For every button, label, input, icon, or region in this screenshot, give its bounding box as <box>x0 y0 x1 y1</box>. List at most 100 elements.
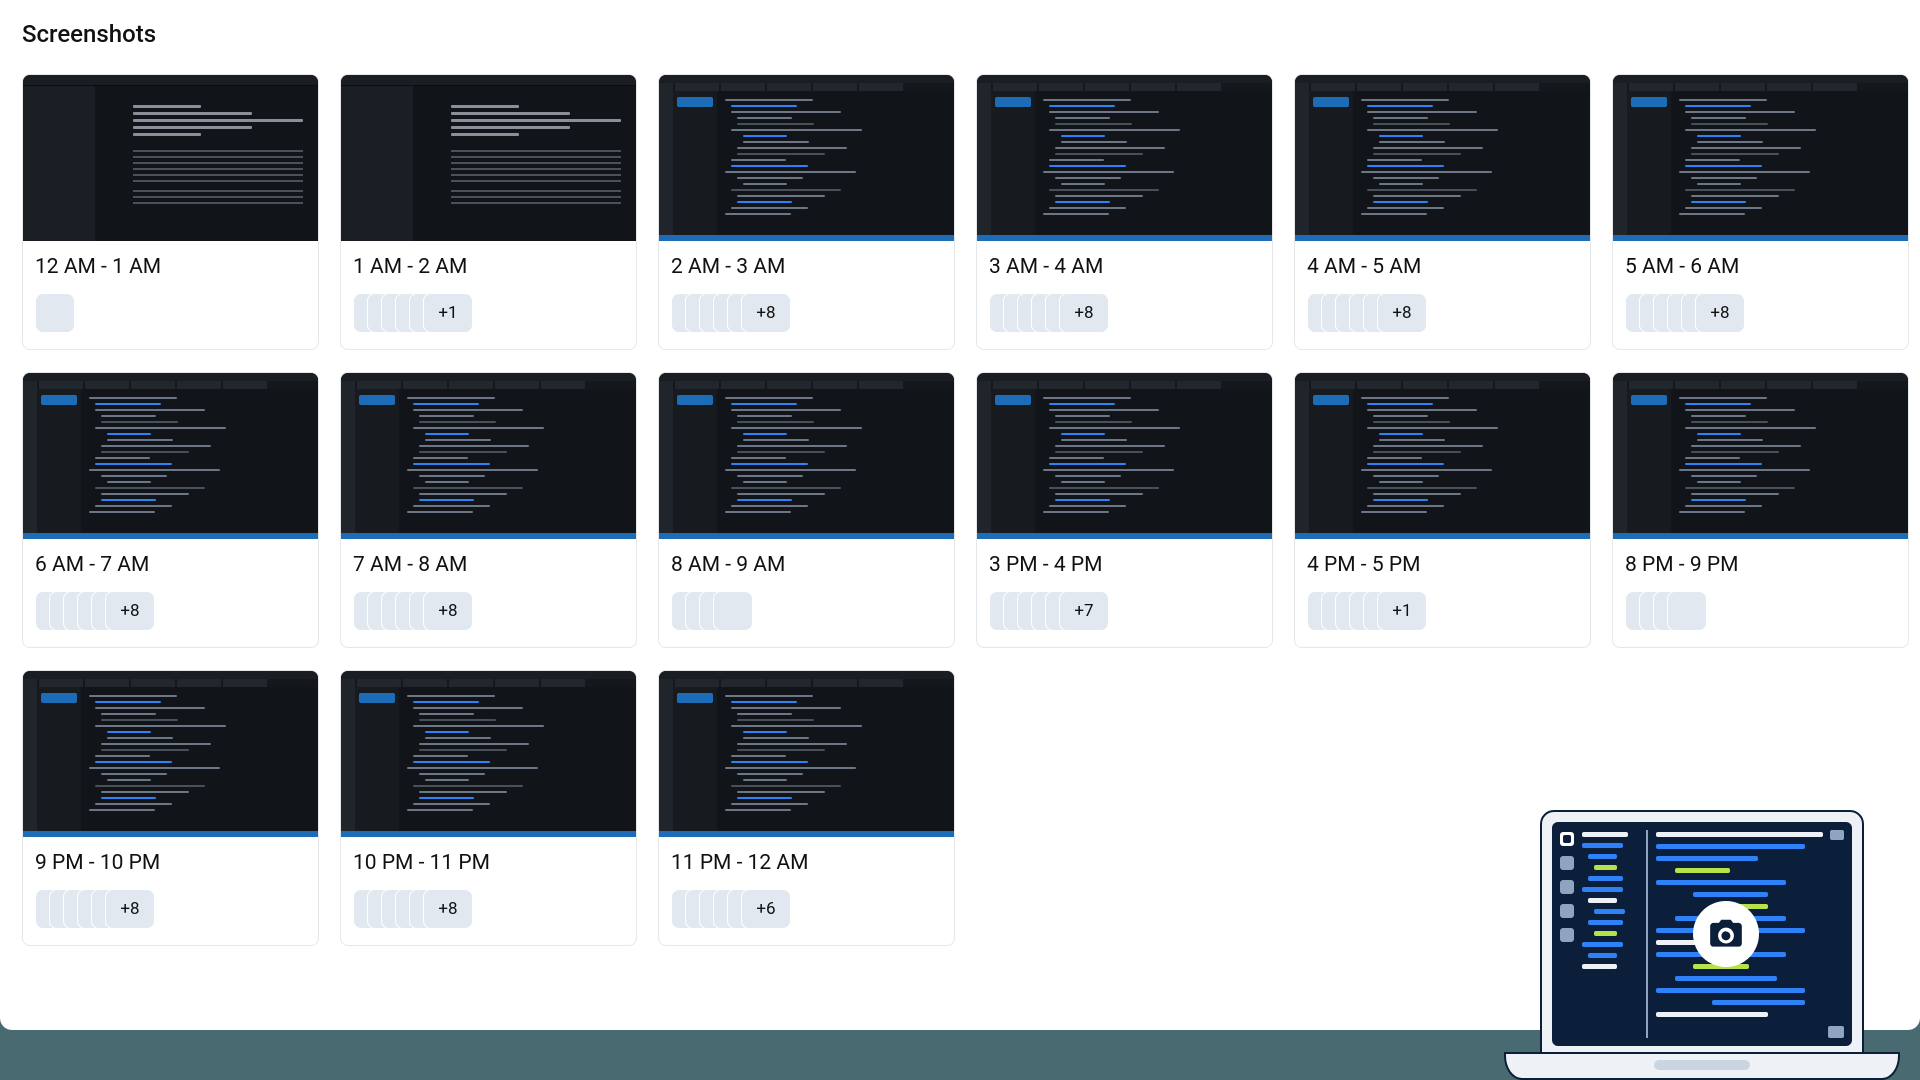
thumbnail-chip-more[interactable]: +8 <box>1059 293 1109 333</box>
thumbnail-chip-more[interactable]: +8 <box>105 889 155 929</box>
sidebar-glyph <box>1560 928 1574 942</box>
screenshot-thumbnail[interactable] <box>659 75 954 241</box>
time-range-label: 7 AM - 8 AM <box>353 553 624 577</box>
thumbnail-stack[interactable]: +8 <box>35 591 306 631</box>
card-body: 7 AM - 8 AM +8 <box>341 539 636 647</box>
camera-icon <box>1693 901 1759 967</box>
card-body: 5 AM - 6 AM +8 <box>1613 241 1908 349</box>
thumbnail-stack[interactable]: +8 <box>353 889 624 929</box>
card-body: 11 PM - 12 AM +6 <box>659 837 954 945</box>
time-range-label: 4 PM - 5 PM <box>1307 553 1578 577</box>
screenshot-thumbnail[interactable] <box>23 75 318 241</box>
thumbnail-chip-more[interactable]: +8 <box>1695 293 1745 333</box>
camera-small-icon <box>1828 1026 1844 1038</box>
card-body: 4 AM - 5 AM +8 <box>1295 241 1590 349</box>
thumbnail-chip-more[interactable]: +6 <box>741 889 791 929</box>
thumbnail-stack[interactable]: +8 <box>671 293 942 333</box>
section-title: Screenshots <box>22 20 1898 48</box>
time-range-label: 8 AM - 9 AM <box>671 553 942 577</box>
time-range-label: 2 AM - 3 AM <box>671 255 942 279</box>
screenshot-card[interactable]: 4 AM - 5 AM +8 <box>1294 74 1591 350</box>
screenshot-thumbnail[interactable] <box>1295 75 1590 241</box>
thumbnail-stack[interactable]: +1 <box>1307 591 1578 631</box>
laptop-illustration <box>1504 806 1900 1080</box>
time-range-label: 10 PM - 11 PM <box>353 851 624 875</box>
time-range-label: 9 PM - 10 PM <box>35 851 306 875</box>
screenshot-thumbnail[interactable] <box>23 671 318 837</box>
screenshot-card[interactable]: 4 PM - 5 PM +1 <box>1294 372 1591 648</box>
thumbnail-stack[interactable]: +8 <box>35 889 306 929</box>
screenshot-thumbnail[interactable] <box>1613 75 1908 241</box>
card-body: 8 PM - 9 PM <box>1613 539 1908 647</box>
card-body: 1 AM - 2 AM +1 <box>341 241 636 349</box>
thumbnail-chip-more[interactable]: +8 <box>105 591 155 631</box>
screenshot-thumbnail[interactable] <box>341 671 636 837</box>
time-range-label: 3 AM - 4 AM <box>989 255 1260 279</box>
thumbnail-stack[interactable]: +8 <box>1625 293 1896 333</box>
thumbnail-stack[interactable]: +6 <box>671 889 942 929</box>
time-range-label: 11 PM - 12 AM <box>671 851 942 875</box>
screenshot-thumbnail[interactable] <box>1613 373 1908 539</box>
screenshot-card[interactable]: 12 AM - 1 AM <box>22 74 319 350</box>
screenshot-card[interactable]: 3 AM - 4 AM +8 <box>976 74 1273 350</box>
thumbnail-chip-more[interactable]: +8 <box>423 591 473 631</box>
thumbnail-stack[interactable] <box>35 293 306 333</box>
screenshot-thumbnail[interactable] <box>659 671 954 837</box>
screenshot-card[interactable]: 1 AM - 2 AM +1 <box>340 74 637 350</box>
screenshot-card[interactable]: 11 PM - 12 AM +6 <box>658 670 955 946</box>
thumbnail-chip-more[interactable]: +1 <box>423 293 473 333</box>
card-body: 4 PM - 5 PM +1 <box>1295 539 1590 647</box>
screenshot-card[interactable]: 5 AM - 6 AM +8 <box>1612 74 1909 350</box>
card-body: 10 PM - 11 PM +8 <box>341 837 636 945</box>
thumbnail-chip[interactable] <box>35 293 75 333</box>
sidebar-glyph <box>1560 904 1574 918</box>
card-body: 12 AM - 1 AM <box>23 241 318 349</box>
sidebar-glyph <box>1560 856 1574 870</box>
screenshot-card[interactable]: 6 AM - 7 AM +8 <box>22 372 319 648</box>
thumbnail-chip-more[interactable]: +8 <box>741 293 791 333</box>
screenshot-card[interactable]: 10 PM - 11 PM +8 <box>340 670 637 946</box>
image-icon <box>1830 830 1844 840</box>
thumbnail-stack[interactable]: +8 <box>353 591 624 631</box>
time-range-label: 6 AM - 7 AM <box>35 553 306 577</box>
thumbnail-stack[interactable] <box>1625 591 1896 631</box>
time-range-label: 8 PM - 9 PM <box>1625 553 1896 577</box>
card-body: 6 AM - 7 AM +8 <box>23 539 318 647</box>
screenshot-thumbnail[interactable] <box>977 75 1272 241</box>
thumbnail-chip[interactable] <box>713 591 753 631</box>
card-body: 3 PM - 4 PM +7 <box>977 539 1272 647</box>
video-icon <box>1560 832 1574 846</box>
card-body: 8 AM - 9 AM <box>659 539 954 647</box>
screenshot-thumbnail[interactable] <box>1295 373 1590 539</box>
thumbnail-chip-more[interactable]: +8 <box>1377 293 1427 333</box>
sidebar-glyph <box>1560 880 1574 894</box>
screenshot-card[interactable]: 7 AM - 8 AM +8 <box>340 372 637 648</box>
time-range-label: 4 AM - 5 AM <box>1307 255 1578 279</box>
screenshot-thumbnail[interactable] <box>659 373 954 539</box>
thumbnail-stack[interactable]: +7 <box>989 591 1260 631</box>
thumbnail-stack[interactable]: +1 <box>353 293 624 333</box>
screenshot-card[interactable]: 9 PM - 10 PM +8 <box>22 670 319 946</box>
card-body: 3 AM - 4 AM +8 <box>977 241 1272 349</box>
card-body: 2 AM - 3 AM +8 <box>659 241 954 349</box>
thumbnail-chip-more[interactable]: +7 <box>1059 591 1109 631</box>
thumbnail-chip[interactable] <box>1667 591 1707 631</box>
screenshot-card[interactable]: 3 PM - 4 PM +7 <box>976 372 1273 648</box>
thumbnail-stack[interactable]: +8 <box>989 293 1260 333</box>
thumbnail-chip-more[interactable]: +1 <box>1377 591 1427 631</box>
screenshot-card[interactable]: 2 AM - 3 AM +8 <box>658 74 955 350</box>
screenshot-card[interactable]: 8 PM - 9 PM <box>1612 372 1909 648</box>
screenshot-card[interactable]: 8 AM - 9 AM <box>658 372 955 648</box>
screenshot-thumbnail[interactable] <box>23 373 318 539</box>
time-range-label: 1 AM - 2 AM <box>353 255 624 279</box>
time-range-label: 5 AM - 6 AM <box>1625 255 1896 279</box>
screenshot-thumbnail[interactable] <box>341 75 636 241</box>
thumbnail-chip-more[interactable]: +8 <box>423 889 473 929</box>
screenshot-thumbnail[interactable] <box>977 373 1272 539</box>
thumbnail-stack[interactable] <box>671 591 942 631</box>
thumbnail-stack[interactable]: +8 <box>1307 293 1578 333</box>
time-range-label: 12 AM - 1 AM <box>35 255 306 279</box>
screenshot-thumbnail[interactable] <box>341 373 636 539</box>
time-range-label: 3 PM - 4 PM <box>989 553 1260 577</box>
card-body: 9 PM - 10 PM +8 <box>23 837 318 945</box>
